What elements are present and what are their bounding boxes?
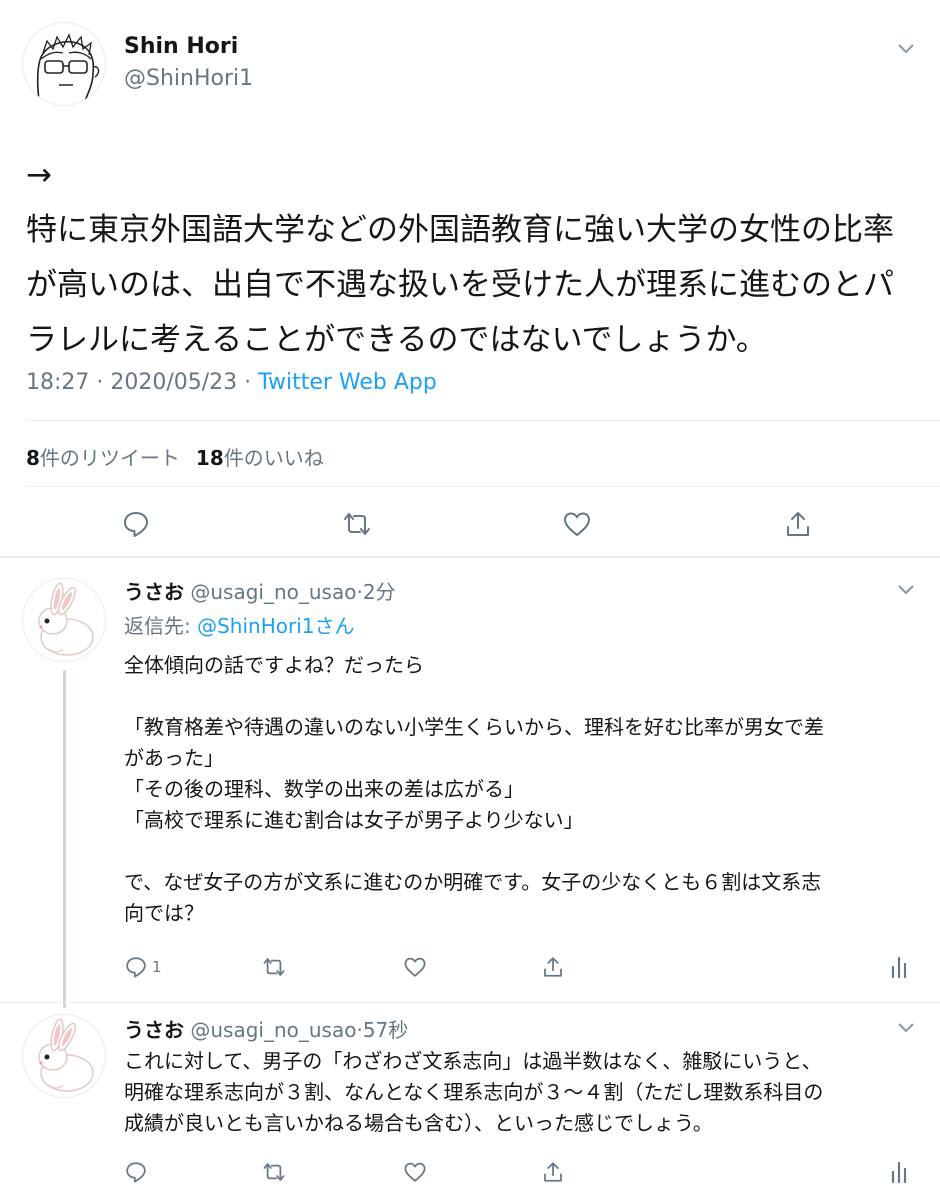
reply-header: うさお @usagi_no_usao·2分 xyxy=(124,580,396,604)
reply-text-line: 向では？ xyxy=(124,901,204,925)
divider xyxy=(26,486,940,487)
reply-icon[interactable] xyxy=(124,1160,148,1184)
reply-count: 1 xyxy=(152,958,162,976)
reply-text-line: 明確な理系志向が３割、なんとなく理系志向が３～４割（ただし理数系科目の xyxy=(124,1080,824,1104)
analytics-icon[interactable] xyxy=(890,1160,908,1184)
reply-text: 全体傾向の話ですよね？だったら 「教育格差や待遇の違いのない小学生くらいから、理… xyxy=(124,650,924,929)
divider xyxy=(0,1002,940,1003)
rabbit-icon xyxy=(38,1018,94,1092)
avatar[interactable] xyxy=(22,22,106,106)
retweet-count: 8 xyxy=(26,446,40,470)
caret-down-icon[interactable] xyxy=(897,1021,915,1033)
reply-time[interactable]: 2分 xyxy=(363,580,396,604)
tweet-text-line: ラレルに考えることができるのではないでしょうか。 xyxy=(26,322,767,358)
avatar[interactable] xyxy=(22,578,106,662)
reply-text: これに対して、男子の「わざわざ文系志向」は過半数はなく、雑駁にいうと、 明確な理… xyxy=(124,1046,924,1139)
main-tweet: Shin Hori @ShinHori1 → 特に東京外国語大学などの外国語教育… xyxy=(0,0,940,558)
reply-text-line: 「高校で理系に進む割合は女子が男子より少ない」 xyxy=(124,808,584,832)
tweet-meta: 18:27 · 2020/05/23 · Twitter Web App xyxy=(26,370,437,395)
reply-text-line: 「教育格差や待遇の違いのない小学生くらいから、理科を好む比率が男女で差 xyxy=(124,715,824,739)
retweet-icon[interactable] xyxy=(341,509,373,539)
reply-text-line: で、なぜ女子の方が文系に進むのか明確です。女子の少なくとも６割は文系志 xyxy=(124,870,822,894)
like-stat[interactable]: 18件のいいね xyxy=(196,446,324,470)
caret-down-icon[interactable] xyxy=(897,42,915,54)
author-name[interactable]: うさお xyxy=(124,580,184,604)
share-icon[interactable] xyxy=(541,955,565,979)
reply-icon[interactable] xyxy=(121,509,151,539)
tweet-text-line: 特に東京外国語大学などの外国語教育に強い大学の女性の比率 xyxy=(26,212,894,248)
like-icon[interactable] xyxy=(403,1160,427,1184)
reply-text-line: 全体傾向の話ですよね？だったら xyxy=(124,653,424,677)
timestamp[interactable]: 18:27 · 2020/05/23 · xyxy=(26,370,258,395)
author-name[interactable]: うさお xyxy=(124,1018,184,1042)
analytics-icon[interactable] xyxy=(890,955,908,979)
thread-connector xyxy=(63,670,66,1008)
tweet-text-line: が高いのは、出自で不遇な扱いを受けた人が理系に進むのとパ xyxy=(26,267,894,303)
author-handle[interactable]: @usagi_no_usao xyxy=(190,1018,356,1042)
like-icon[interactable] xyxy=(403,955,427,979)
reply-to-line: 返信先: @ShinHori1さん xyxy=(124,610,355,639)
reply-text-line: 成績が良いとも言いかねる場合も含む）、といった感じでしょう。 xyxy=(124,1111,713,1135)
reply-icon[interactable] xyxy=(124,955,148,979)
divider xyxy=(26,420,940,421)
divider xyxy=(0,556,940,558)
reply-to-handle[interactable]: @ShinHori1さん xyxy=(197,614,354,638)
tweet-text: → 特に東京外国語大学などの外国語教育に強い大学の女性の比率 が高いのは、出自で… xyxy=(26,148,916,368)
reply-to-prefix: 返信先: xyxy=(124,614,198,638)
retweet-icon[interactable] xyxy=(261,1160,287,1184)
reply-text-line: 「その後の理科、数学の出来の差は広がる」 xyxy=(124,777,524,801)
reply-text-line: があった」 xyxy=(124,746,224,770)
author-handle[interactable]: @ShinHori1 xyxy=(124,66,253,91)
tweet-text-line: → xyxy=(26,157,52,193)
caret-down-icon[interactable] xyxy=(897,583,915,595)
retweet-stat[interactable]: 8件のリツイート xyxy=(26,446,180,470)
retweet-icon[interactable] xyxy=(261,955,287,979)
rabbit-icon xyxy=(38,582,94,656)
share-icon[interactable] xyxy=(541,1160,565,1184)
source-app-link[interactable]: Twitter Web App xyxy=(258,370,437,395)
engagement-stats: 8件のリツイート 18件のいいね xyxy=(26,442,324,471)
reply-time[interactable]: 57秒 xyxy=(363,1018,408,1042)
author-name[interactable]: Shin Hori xyxy=(124,34,238,59)
sketch-portrait-icon xyxy=(36,33,100,102)
like-icon[interactable] xyxy=(562,509,592,539)
like-count: 18 xyxy=(195,446,224,470)
reply-text-line: これに対して、男子の「わざわざ文系志向」は過半数はなく、雑駁にいうと、 xyxy=(124,1049,822,1073)
retweet-label: 件のリツイート xyxy=(39,446,180,470)
like-label: 件のいいね xyxy=(223,446,324,470)
reply-header: うさお @usagi_no_usao·57秒 xyxy=(124,1018,409,1042)
author-handle[interactable]: @usagi_no_usao xyxy=(190,580,356,604)
share-icon[interactable] xyxy=(783,509,813,539)
avatar[interactable] xyxy=(22,1014,106,1098)
